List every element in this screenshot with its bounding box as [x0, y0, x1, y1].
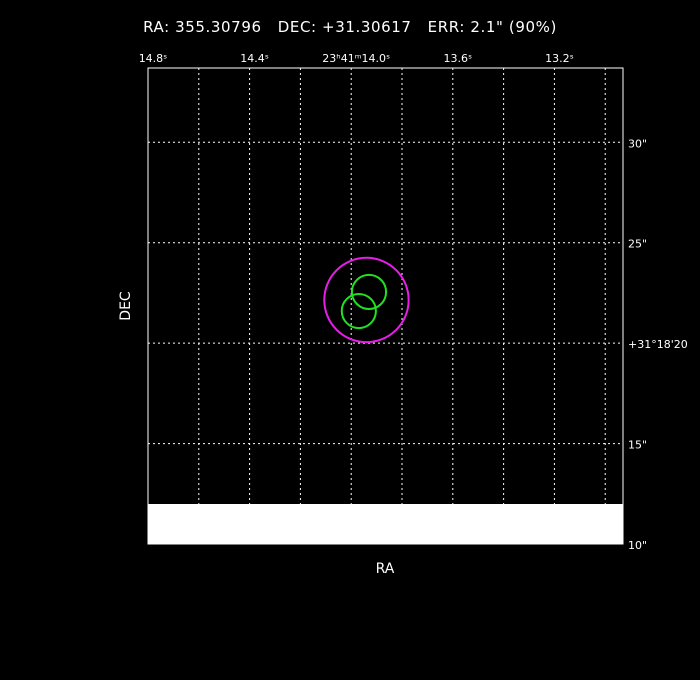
x-tick-label: 14.4ˢ [240, 52, 269, 65]
finder-chart: 14.8ˢ 14.4ˢ 23ʰ41ᵐ14.0ˢ 13.6ˢ 13.2ˢ 30" 25" +3… [118, 52, 688, 577]
y-tick-label: +31°18'20 [628, 338, 688, 351]
x-tick-labels: 14.8ˢ 14.4ˢ 23ʰ41ᵐ14.0ˢ 13.6ˢ 13.2ˢ [139, 52, 574, 65]
y-axis-label: DEC [118, 291, 134, 321]
y-tick-label: 30" [628, 137, 647, 150]
y-tick-label: 25" [628, 238, 647, 251]
y-tick-labels: 30" 25" +31°18'20 15" 10" [628, 137, 688, 552]
x-tick-label: 23ʰ41ᵐ14.0ˢ [322, 52, 390, 65]
x-tick-label: 13.6ˢ [444, 52, 473, 65]
x-tick-label: 14.8ˢ [139, 52, 168, 65]
x-tick-label: 13.2ˢ [545, 52, 574, 65]
x-axis-label: RA [376, 561, 395, 577]
y-tick-label: 15" [628, 439, 647, 452]
y-tick-label: 10" [628, 539, 647, 552]
blank-band [148, 504, 623, 544]
plot-area [147, 67, 624, 545]
